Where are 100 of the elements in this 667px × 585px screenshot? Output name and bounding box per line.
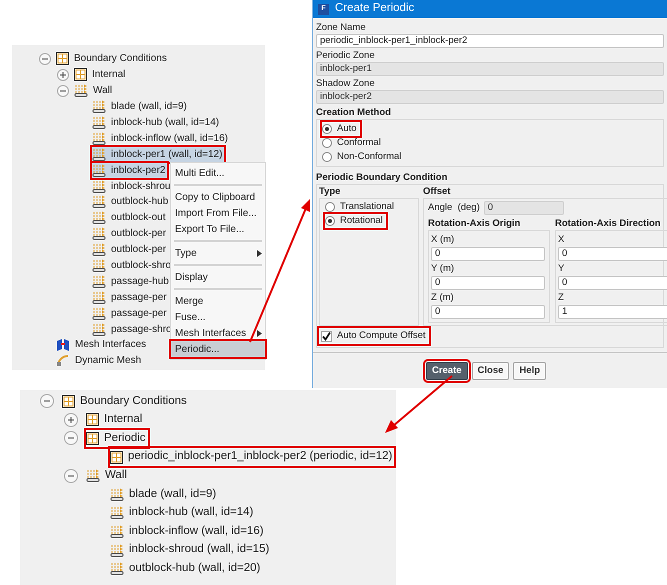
wall-icon [92, 100, 106, 114]
tree-item[interactable]: passage-per [92, 306, 169, 321]
tree-item[interactable]: blade (wall, id=9) [110, 486, 218, 503]
menu-item[interactable]: Type [171, 245, 265, 261]
tree-item[interactable]: outblock-per [92, 242, 168, 258]
input-field[interactable]: 0 [431, 247, 545, 262]
menu-item[interactable]: Import From File... [171, 205, 265, 221]
tree-item[interactable]: periodic_inblock-per1_inblock-per2 (periodic, id=12) [110, 448, 394, 466]
field-label: Z [558, 291, 565, 306]
tree-item[interactable]: inblock-inflow (wall, id=16) [92, 130, 230, 146]
grid-icon [62, 394, 75, 408]
menu-item[interactable]: Display [171, 269, 265, 285]
tree-item[interactable]: outblock-shro [92, 258, 174, 274]
tree-item[interactable]: inblock-per1 (wall, id=12) [92, 146, 224, 162]
input-field[interactable]: 0 [558, 276, 667, 290]
expand-icon[interactable] [64, 412, 78, 427]
wall-icon [92, 180, 106, 193]
tree-item[interactable]: Wall [86, 467, 129, 484]
collapse-icon[interactable] [40, 394, 54, 408]
create-button[interactable]: Create [426, 362, 468, 380]
wall-icon [92, 227, 106, 240]
tree-item[interactable]: Periodic [86, 430, 148, 448]
collapse-icon[interactable] [39, 52, 51, 65]
grid-icon [86, 413, 99, 426]
input-field[interactable]: 0 [558, 247, 667, 262]
tree-item[interactable]: Dynamic Mesh [56, 353, 144, 368]
wall-icon [110, 488, 124, 501]
wall-icon [92, 322, 106, 336]
collapse-icon[interactable] [64, 468, 78, 483]
menu-item[interactable]: Mesh Interfaces [171, 325, 265, 341]
tree-item[interactable]: passage-hub [92, 274, 171, 289]
field-label: Angle (deg) [428, 201, 480, 215]
tree-item[interactable]: passage-per [92, 290, 169, 305]
tree-item[interactable]: Internal [74, 67, 128, 82]
tree-item[interactable]: inblock-hub (wall, id=14) [110, 504, 256, 522]
field-label: Y (m) [431, 262, 456, 276]
tree-item[interactable]: inblock-per2 [92, 162, 168, 178]
tree-item[interactable]: outblock-per [92, 226, 168, 242]
collapse-icon[interactable] [57, 84, 69, 97]
tree-item[interactable]: Boundary Conditions [62, 392, 189, 410]
menu-item[interactable]: Fuse... [171, 309, 265, 325]
wall-icon [92, 164, 106, 177]
tree-item[interactable]: inblock-shroud (wall, id=15) [110, 541, 272, 559]
grid-icon [74, 68, 87, 82]
menu-item[interactable]: Copy to Clipboard [171, 189, 265, 205]
radio-button[interactable]: Conformal [322, 136, 384, 150]
tree-item[interactable]: passage-shro [92, 322, 174, 337]
checkbox[interactable]: Auto Compute Offset [319, 328, 429, 344]
input-field[interactable]: 0 [431, 305, 545, 320]
dialog-button[interactable]: Close [472, 362, 510, 380]
motion-icon [56, 354, 70, 368]
input-field[interactable]: 0 [431, 276, 545, 290]
wall-icon [92, 259, 106, 272]
tree-item[interactable]: outblock-hub [92, 194, 170, 210]
radio-button[interactable]: Non-Conformal [322, 150, 404, 164]
expand-icon[interactable] [57, 68, 69, 81]
section-label: Periodic Boundary Condition [316, 171, 448, 184]
tree-item[interactable]: inblock-shrou [92, 178, 172, 194]
wall-icon [110, 506, 124, 520]
wall-icon [92, 243, 106, 256]
radio-button[interactable]: Auto [322, 122, 360, 136]
wall-icon [110, 544, 124, 557]
section-label: Rotation-Axis Direction [555, 218, 662, 230]
radio-button[interactable]: Rotational [325, 214, 386, 228]
wall-icon [92, 148, 106, 161]
tree-item[interactable]: inblock-inflow (wall, id=16) [110, 522, 266, 540]
tree-item[interactable]: outblock-hub (wall, id=20) [110, 560, 262, 578]
submenu-arrow-icon [257, 250, 262, 256]
tree-item[interactable]: Internal [86, 411, 144, 429]
field-label: Z (m) [431, 291, 455, 306]
input-field[interactable]: periodic_inblock-per1_inblock-per2 [316, 34, 664, 48]
wall-icon [86, 469, 100, 482]
field-label: X (m) [431, 233, 456, 248]
wall-icon [92, 211, 106, 224]
tree-item[interactable]: blade (wall, id=9) [92, 99, 189, 114]
wall-icon [74, 84, 88, 98]
menu-item[interactable]: Export To File... [171, 221, 265, 237]
wall-icon [110, 524, 124, 538]
mesh-icon [56, 338, 70, 352]
section-label: Offset [423, 186, 452, 198]
input-field[interactable]: 1 [558, 305, 667, 320]
section-label: Rotation-Axis Origin [428, 218, 522, 230]
dialog-button[interactable]: Help [513, 362, 546, 380]
grid-icon [110, 450, 123, 464]
field-label: X [558, 233, 566, 248]
grid-icon [56, 52, 69, 66]
tree-item[interactable]: Boundary Conditions [56, 51, 169, 66]
tree-item[interactable]: Mesh Interfaces [56, 337, 148, 352]
wall-icon [92, 116, 106, 129]
field-label: Periodic Zone [316, 50, 376, 62]
tree-item[interactable]: Wall [74, 83, 114, 98]
section-label: Creation Method [316, 106, 392, 119]
menu-item[interactable]: Merge [171, 293, 265, 309]
radio-button[interactable]: Translational [325, 200, 398, 214]
menu-item[interactable]: Multi Edit... [171, 165, 265, 181]
field-label: Zone Name [316, 22, 367, 34]
collapse-icon[interactable] [64, 431, 78, 446]
tree-item[interactable]: outblock-out [92, 210, 168, 226]
menu-item[interactable]: Periodic... [171, 341, 265, 357]
tree-item[interactable]: inblock-hub (wall, id=14) [92, 115, 222, 130]
